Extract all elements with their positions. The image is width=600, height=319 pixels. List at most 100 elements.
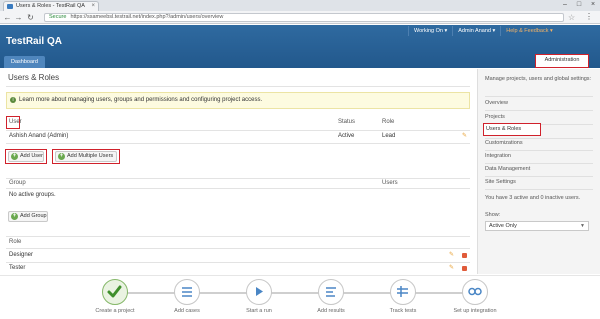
add-results-step-icon[interactable]	[318, 279, 344, 305]
list-item: Designer ✎	[6, 252, 470, 261]
show-filter-select[interactable]: Active Only ▼	[485, 221, 589, 231]
tab-administration[interactable]: Administration	[535, 54, 589, 68]
delete-icon[interactable]	[462, 266, 467, 271]
status-column-header: Status	[338, 119, 356, 125]
browser-tab[interactable]: Users & Roles - TestRail QA ×	[3, 1, 99, 11]
edit-icon[interactable]: ✎	[449, 251, 454, 258]
create-project-step-icon[interactable]	[102, 279, 128, 305]
divider	[6, 178, 470, 179]
edit-icon[interactable]: ✎	[462, 132, 467, 139]
menu-help[interactable]: Help & Feedback ▾	[500, 26, 557, 36]
divider	[485, 163, 593, 164]
show-label: Show:	[485, 212, 501, 218]
step-label[interactable]: Create a project	[80, 308, 150, 314]
sidebar-item-overview[interactable]: Overview	[485, 100, 593, 106]
divider	[485, 110, 593, 111]
divider	[485, 96, 593, 97]
delete-icon[interactable]	[462, 253, 467, 258]
address-bar-row: ← → ↻ Secure https://ssameebsl.testrail.n…	[0, 11, 600, 24]
sidebar-item-integration[interactable]: Integration	[485, 153, 593, 159]
add-group-button[interactable]: + Add Group	[8, 211, 48, 222]
reload-icon[interactable]: ↻	[26, 13, 35, 22]
step-label[interactable]: Track tests	[368, 308, 438, 314]
table-row: Ashish Anand (Admin) Active Lead ✎	[6, 132, 470, 142]
chevron-down-icon: ▼	[580, 223, 585, 229]
divider	[6, 236, 470, 237]
user-role: Lead	[382, 133, 396, 139]
sidebar-item-site-settings[interactable]: Site Settings	[485, 179, 593, 185]
plus-icon: +	[58, 153, 65, 160]
no-groups-text: No active groups.	[9, 192, 56, 198]
divider	[6, 188, 470, 189]
add-cases-step-icon[interactable]	[174, 279, 200, 305]
top-menu: Working On ▾ Admin Anand ▾ Help & Feedba…	[408, 26, 558, 36]
step-label[interactable]: Start a run	[224, 308, 294, 314]
browser-tab-title: Users & Roles - TestRail QA	[16, 3, 85, 9]
divider	[6, 248, 470, 249]
plus-icon: +	[11, 153, 18, 160]
role-header: Role	[9, 239, 22, 245]
add-user-button[interactable]: + Add User	[8, 151, 44, 162]
favicon-icon	[7, 4, 13, 9]
integration-step-icon[interactable]	[462, 279, 488, 305]
step-label[interactable]: Add cases	[152, 308, 222, 314]
add-user-label: Add User	[20, 153, 43, 159]
divider	[485, 150, 593, 151]
license-text: You have 3 active and 0 inactive users.	[485, 195, 581, 201]
divider	[6, 86, 470, 87]
sidebar-item-data-management[interactable]: Data Management	[485, 166, 593, 172]
sidebar-item-label: Users & Roles	[486, 126, 522, 132]
forward-icon[interactable]: →	[14, 13, 23, 22]
tab-dashboard[interactable]: Dashboard	[4, 56, 45, 68]
add-multiple-label: Add Multiple Users	[67, 153, 114, 159]
step-label[interactable]: Add results	[296, 308, 366, 314]
back-icon[interactable]: ←	[3, 13, 12, 22]
role-name-link[interactable]: Designer	[9, 252, 33, 258]
users-column-header: Users	[382, 180, 398, 186]
menu-user[interactable]: Admin Anand ▾	[452, 26, 500, 36]
url-input[interactable]: Secure https://ssameebsl.testrail.net/ind…	[44, 13, 564, 22]
sidebar-item-users-roles[interactable]: Users & Roles	[483, 123, 541, 136]
divider	[485, 189, 593, 190]
help-text[interactable]: Learn more about managing users, groups …	[19, 97, 262, 103]
close-window-icon[interactable]: ×	[586, 0, 600, 11]
menu-working-on[interactable]: Working On ▾	[408, 26, 452, 36]
start-run-step-icon[interactable]	[246, 279, 272, 305]
minimize-icon[interactable]: –	[558, 0, 572, 11]
highlight-user-header	[6, 116, 20, 129]
divider	[485, 138, 593, 139]
divider	[6, 143, 470, 144]
add-group-label: Add Group	[20, 213, 47, 219]
track-tests-step-icon[interactable]	[390, 279, 416, 305]
bookmark-star-icon[interactable]: ☆	[568, 13, 575, 22]
plus-icon: +	[11, 213, 18, 220]
window-controls: – □ ×	[558, 0, 600, 11]
sidebar-intro: Manage projects, users and global settin…	[485, 76, 592, 82]
divider	[6, 130, 470, 131]
secure-label: Secure	[49, 14, 67, 20]
group-column-header: Group	[9, 180, 26, 186]
step-label[interactable]: Set up integration	[440, 308, 510, 314]
add-multiple-users-button[interactable]: + Add Multiple Users	[55, 151, 117, 162]
user-status: Active	[338, 133, 355, 139]
browser-menu-icon[interactable]: ⋮	[585, 12, 593, 21]
divider	[6, 262, 470, 263]
maximize-icon[interactable]: □	[572, 0, 586, 11]
url-text: https://ssameebsl.testrail.net/index.php…	[70, 14, 224, 20]
sidebar-item-projects[interactable]: Projects	[485, 114, 593, 120]
show-filter-value: Active Only	[489, 223, 517, 229]
info-icon: i	[10, 97, 16, 103]
list-item: Tester ✎	[6, 265, 470, 274]
help-banner: i Learn more about managing users, group…	[6, 92, 470, 109]
app-title[interactable]: TestRail QA	[6, 36, 62, 47]
browser-tabstrip: Users & Roles - TestRail QA × – □ ×	[0, 0, 600, 11]
role-column-header: Role	[382, 119, 395, 125]
page-title: Users & Roles	[8, 73, 60, 82]
divider	[485, 176, 593, 177]
user-name-link[interactable]: Ashish Anand (Admin)	[9, 133, 68, 139]
workflow-line	[115, 292, 475, 294]
role-name-link[interactable]: Tester	[9, 265, 25, 271]
sidebar-item-customizations[interactable]: Customizations	[485, 140, 593, 146]
close-tab-icon[interactable]: ×	[91, 2, 95, 11]
edit-icon[interactable]: ✎	[449, 264, 454, 271]
